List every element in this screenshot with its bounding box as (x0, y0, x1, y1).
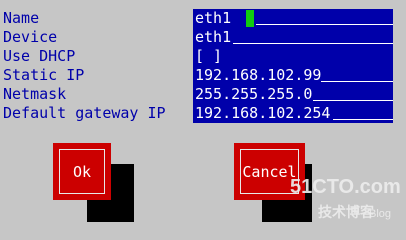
dhcp-value: [ ] (195, 47, 223, 65)
name-field[interactable]: eth1 (193, 9, 393, 28)
name-row: Name eth1 (0, 9, 406, 28)
ok-button[interactable]: Ok (53, 143, 111, 200)
static-ip-value: 192.168.102.99 (195, 66, 322, 84)
gateway-label: Default gateway IP (3, 104, 166, 122)
dhcp-label: Use DHCP (3, 47, 76, 65)
device-field[interactable]: eth1 (193, 28, 393, 47)
ok-button-label: Ok (72, 162, 92, 181)
dhcp-row: Use DHCP [ ] (0, 47, 406, 66)
static-ip-label: Static IP (3, 66, 85, 84)
text-cursor (246, 10, 254, 27)
watermark-tagline: 技术博客 (318, 205, 374, 221)
device-label: Device (3, 28, 58, 46)
static-ip-row: Static IP 192.168.102.99 (0, 66, 406, 85)
device-row: Device eth1 (0, 28, 406, 47)
watermark-brand: 51CTO.com (290, 176, 401, 198)
netmask-field[interactable]: 255.255.255.0 (193, 85, 393, 104)
netmask-value: 255.255.255.0 (195, 85, 313, 103)
name-value: eth1 (195, 9, 232, 27)
name-label: Name (3, 9, 40, 27)
dhcp-checkbox[interactable]: [ ] (193, 47, 393, 66)
gateway-value: 192.168.102.254 (195, 104, 331, 122)
device-value: eth1 (195, 28, 232, 46)
gateway-row: Default gateway IP 192.168.102.254 (0, 104, 406, 123)
watermark-blog: Blog (369, 208, 392, 220)
static-ip-field[interactable]: 192.168.102.99 (193, 66, 393, 85)
netmask-row: Netmask 255.255.255.0 (0, 85, 406, 104)
netmask-label: Netmask (3, 85, 67, 103)
gateway-field[interactable]: 192.168.102.254 (193, 104, 393, 123)
